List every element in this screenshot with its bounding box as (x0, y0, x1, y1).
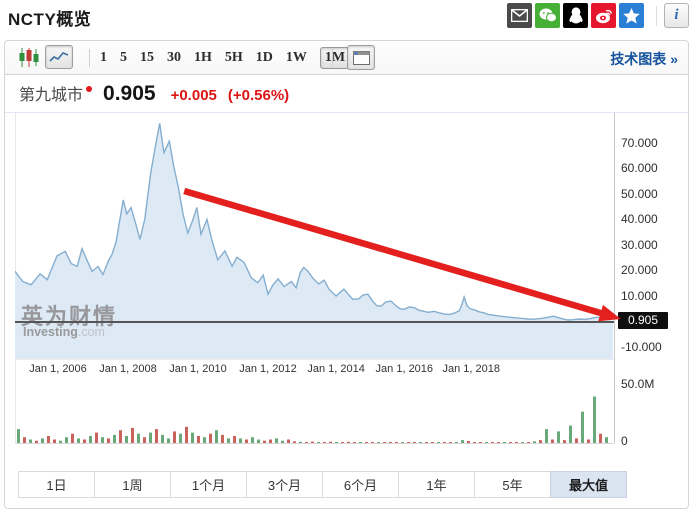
range-button-5年[interactable]: 5年 (474, 471, 551, 498)
line-chart-icon[interactable] (45, 45, 73, 69)
range-button-最大值[interactable]: 最大值 (550, 471, 627, 498)
x-axis-tick: Jan 1, 2010 (169, 363, 227, 375)
x-axis-tick: Jan 1, 2016 (375, 363, 434, 375)
range-button-6个月[interactable]: 6个月 (322, 471, 399, 498)
y-axis-tick: 20.000 (621, 263, 658, 277)
panel-layout-icon[interactable] (347, 45, 375, 70)
interval-5[interactable]: 5 (120, 50, 127, 66)
y-axis-tick: 70.000 (621, 135, 658, 150)
volume-axis-tick: 0 (621, 434, 628, 448)
watermark-en: Investing.com (23, 325, 105, 339)
toolbar-divider (89, 49, 90, 67)
share-toolbar (507, 3, 644, 28)
interval-1d[interactable]: 1D (256, 50, 273, 66)
y-axis-tick: 60.000 (621, 161, 658, 175)
y-axis-tick: 10.000 (621, 288, 658, 303)
stock-name: 第九城市 (19, 87, 84, 104)
quote-row: 第九城市 0.905 +0.005 (+0.56%) (19, 81, 289, 106)
range-button-1周[interactable]: 1周 (94, 471, 171, 498)
y-axis-tick: 50.000 (621, 186, 658, 201)
range-button-1日[interactable]: 1日 (18, 471, 95, 498)
candlestick-chart-icon[interactable] (18, 48, 40, 67)
toolbar-divider (332, 49, 333, 67)
price-change-percent: (+0.56%) (227, 87, 290, 104)
current-price-badge: 0.905 (618, 312, 668, 329)
interval-30[interactable]: 30 (167, 50, 181, 66)
volume-axis-tick: 50.0M (621, 377, 655, 391)
pane-separator (15, 359, 614, 360)
x-axis-tick: Jan 1, 2006 (29, 363, 87, 375)
qzone-share-icon[interactable] (619, 3, 644, 28)
page-title: NCTY概览 (8, 10, 92, 29)
email-share-icon[interactable] (507, 3, 532, 28)
y-axis-tick: 40.000 (621, 212, 658, 226)
range-button-row: 1日 1周 1个月 3个月 6个月 1年 5年 最大值 (18, 471, 627, 498)
interval-1w[interactable]: 1W (286, 50, 307, 66)
x-axis-tick: Jan 1, 2018 (442, 363, 501, 375)
y-axis-tick: -10.000 (621, 339, 662, 354)
range-button-3个月[interactable]: 3个月 (246, 471, 323, 498)
info-button[interactable]: i (664, 3, 689, 28)
x-axis-tick: Jan 1, 2012 (239, 363, 297, 375)
interval-5h[interactable]: 5H (225, 50, 243, 66)
right-axis-border (614, 113, 615, 443)
live-dot-icon (86, 85, 93, 92)
y-axis-tick: 30.000 (621, 237, 658, 252)
range-button-1年[interactable]: 1年 (398, 471, 475, 498)
x-axis-tick: Jan 1, 2008 (99, 363, 157, 375)
last-price: 0.905 (103, 82, 156, 105)
qq-share-icon[interactable] (563, 3, 588, 28)
range-button-1个月[interactable]: 1个月 (170, 471, 247, 498)
interval-1h[interactable]: 1H (194, 50, 212, 66)
x-axis-tick: Jan 1, 2014 (307, 363, 365, 375)
volume-bar-chart[interactable] (15, 377, 614, 445)
weibo-share-icon[interactable] (591, 3, 616, 28)
price-change: +0.005 (170, 87, 217, 104)
interval-1[interactable]: 1 (100, 50, 107, 66)
technical-chart-link[interactable]: 技术图表 » (610, 49, 678, 69)
wechat-share-icon[interactable] (535, 3, 560, 28)
header-divider (656, 6, 657, 26)
chart-widget-panel: 1 5 15 30 1H 5H 1D 1W 1M 技术图表 » 第九城市 0.905 +0.00… (4, 40, 689, 509)
current-price-line (15, 321, 614, 323)
interval-1m[interactable]: 1M (319, 46, 351, 69)
interval-15[interactable]: 15 (140, 50, 154, 66)
interval-row: 1 5 15 30 1H 5H 1D 1W 1M (100, 41, 351, 74)
